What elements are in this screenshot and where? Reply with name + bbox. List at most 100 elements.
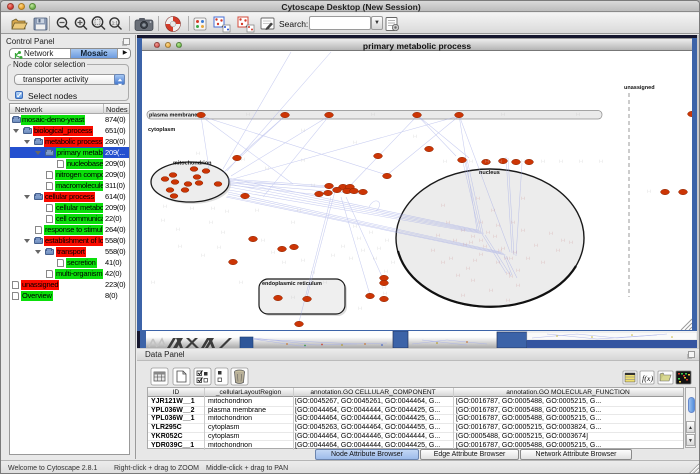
svg-text:[...]: [...] xyxy=(301,258,305,262)
svg-text:[...]: [...] xyxy=(176,227,180,231)
svg-text:[...]: [...] xyxy=(511,220,515,224)
svg-text:[...]: [...] xyxy=(476,196,480,200)
svg-text:[...]: [...] xyxy=(341,244,345,248)
svg-text:[...]: [...] xyxy=(225,209,229,213)
svg-text:[...]: [...] xyxy=(211,206,215,210)
svg-text:[...]: [...] xyxy=(196,151,200,155)
svg-text:[...]: [...] xyxy=(479,252,483,256)
svg-text:endoplasmic reticulum: endoplasmic reticulum xyxy=(262,281,322,287)
svg-text:[...]: [...] xyxy=(509,256,513,260)
svg-text:[...]: [...] xyxy=(469,240,473,244)
svg-text:[...]: [...] xyxy=(526,256,530,260)
svg-text:[...]: [...] xyxy=(473,258,477,262)
svg-text:[...]: [...] xyxy=(509,274,513,278)
svg-text:[...]: [...] xyxy=(178,244,182,248)
svg-text:[...]: [...] xyxy=(163,204,167,208)
svg-text:[...]: [...] xyxy=(471,234,475,238)
svg-text:[...]: [...] xyxy=(483,244,487,248)
svg-text:[...]: [...] xyxy=(461,293,465,297)
svg-text:[...]: [...] xyxy=(556,248,560,252)
svg-text:[...]: [...] xyxy=(311,270,315,274)
svg-text:[...]: [...] xyxy=(466,266,470,270)
svg-text:[...]: [...] xyxy=(431,248,435,252)
svg-text:[...]: [...] xyxy=(255,208,259,212)
svg-text:[...]: [...] xyxy=(479,220,483,224)
svg-text:[...]: [...] xyxy=(501,112,505,116)
svg-text:[...]: [...] xyxy=(446,220,450,224)
svg-text:f(x): f(x) xyxy=(642,374,653,383)
svg-text:[...]: [...] xyxy=(441,203,445,207)
svg-text:[...]: [...] xyxy=(261,238,265,242)
svg-text:[...]: [...] xyxy=(385,238,389,242)
svg-text:[...]: [...] xyxy=(282,260,286,264)
svg-text:[...]: [...] xyxy=(534,243,538,247)
svg-text:[...]: [...] xyxy=(506,298,510,302)
svg-text:[...]: [...] xyxy=(647,189,651,193)
svg-text:[...]: [...] xyxy=(349,256,353,260)
svg-text:[...]: [...] xyxy=(496,223,500,227)
svg-text:[...]: [...] xyxy=(436,233,440,237)
svg-text:[...]: [...] xyxy=(516,268,520,272)
svg-text:[...]: [...] xyxy=(441,260,445,264)
svg-text:[...]: [...] xyxy=(217,245,221,249)
svg-text:[...]: [...] xyxy=(209,220,213,224)
svg-text:[...]: [...] xyxy=(521,196,525,200)
svg-text:[...]: [...] xyxy=(559,159,563,163)
svg-text:[...]: [...] xyxy=(516,283,520,287)
svg-text:[...]: [...] xyxy=(521,159,525,163)
svg-text:[...]: [...] xyxy=(371,112,375,116)
svg-text:[...]: [...] xyxy=(541,260,545,264)
svg-text:[...]: [...] xyxy=(384,269,388,273)
svg-text:[...]: [...] xyxy=(569,240,573,244)
svg-text:[...]: [...] xyxy=(246,112,250,116)
svg-text:[...]: [...] xyxy=(486,230,490,234)
svg-text:[...]: [...] xyxy=(489,288,493,292)
svg-text:[...]: [...] xyxy=(469,159,473,163)
svg-text:[...]: [...] xyxy=(496,260,500,264)
svg-text:[...]: [...] xyxy=(201,253,205,257)
svg-text:[...]: [...] xyxy=(541,159,545,163)
svg-text:[...]: [...] xyxy=(297,208,301,212)
svg-text:[...]: [...] xyxy=(383,291,387,295)
svg-text:[...]: [...] xyxy=(358,306,362,310)
svg-text:[...]: [...] xyxy=(151,280,155,284)
svg-text:[...]: [...] xyxy=(471,278,475,282)
svg-text:[...]: [...] xyxy=(513,250,517,254)
svg-text:[...]: [...] xyxy=(369,230,373,234)
svg-text:[...]: [...] xyxy=(291,220,295,224)
svg-text:[...]: [...] xyxy=(504,256,508,260)
svg-text:1:1: 1:1 xyxy=(112,21,119,26)
svg-text:mitochondrion: mitochondrion xyxy=(173,161,212,167)
svg-text:[...]: [...] xyxy=(311,183,315,187)
svg-text:[...]: [...] xyxy=(265,166,269,170)
svg-text:[...]: [...] xyxy=(461,228,465,232)
svg-text:[...]: [...] xyxy=(361,248,365,252)
svg-text:[...]: [...] xyxy=(599,159,603,163)
svg-text:[...]: [...] xyxy=(391,260,395,264)
svg-text:[...]: [...] xyxy=(456,273,460,277)
svg-text:[...]: [...] xyxy=(579,159,583,163)
svg-text:[...]: [...] xyxy=(323,280,327,284)
svg-text:[...]: [...] xyxy=(479,238,483,242)
svg-text:[...]: [...] xyxy=(161,218,165,222)
svg-text:[...]: [...] xyxy=(190,206,194,210)
svg-text:[...]: [...] xyxy=(382,285,386,289)
svg-text:[...]: [...] xyxy=(353,140,357,144)
svg-text:[...]: [...] xyxy=(485,159,489,163)
svg-text:cytoplasm: cytoplasm xyxy=(148,127,175,133)
svg-text:[...]: [...] xyxy=(549,231,553,235)
svg-text:[...]: [...] xyxy=(443,159,447,163)
svg-text:unassigned: unassigned xyxy=(624,85,655,91)
svg-text:[...]: [...] xyxy=(271,250,275,254)
svg-text:[...]: [...] xyxy=(291,295,295,299)
svg-text:[...]: [...] xyxy=(453,238,457,242)
svg-text:[...]: [...] xyxy=(498,159,502,163)
svg-text:[...]: [...] xyxy=(491,208,495,212)
svg-text:[...]: [...] xyxy=(521,228,525,232)
svg-text:plasma membrane: plasma membrane xyxy=(149,113,197,119)
svg-text:[...]: [...] xyxy=(331,253,335,257)
svg-text:[...]: [...] xyxy=(413,134,417,138)
svg-text:[...]: [...] xyxy=(357,236,361,240)
svg-text:[...]: [...] xyxy=(353,224,357,228)
svg-text:[...]: [...] xyxy=(377,246,381,250)
